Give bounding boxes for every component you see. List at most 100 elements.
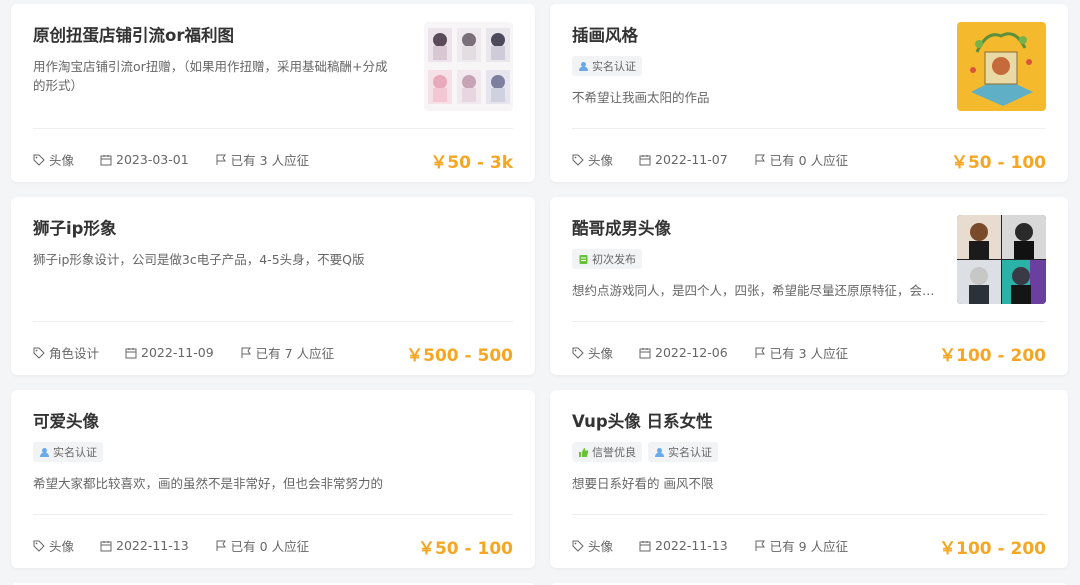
card-description: 想约点游戏同人，是四个人，四张，希望能尽量还原原特征，会… [572,283,935,298]
card-thumbnail[interactable] [957,215,1046,304]
badge-verified: 实名认证 [648,442,718,462]
applicants-meta: 已有 9 人应征 [754,536,848,555]
task-card[interactable]: 酷哥成男头像 初次发布 想约点游戏同人，是四个人，四张，希望能尽量还原原特征，会… [550,197,1068,375]
task-card[interactable]: 原创扭蛋店铺引流or福利图 用作淘宝店铺引流or扭赠，（如果用作扭赠，采用基础稿… [11,4,535,182]
card-meta: 头像 2022-11-13 已有 0 人应征 [33,536,335,555]
task-card[interactable]: Vup头像 日系女性 信誉优良 实名认证 想要日系好看的 画风不限 头像 202… [550,390,1068,568]
card-title[interactable]: Vup头像 日系女性 [572,408,712,432]
date-label: 2023-03-01 [116,152,189,167]
date-label: 2022-11-13 [655,538,728,553]
card-description: 不希望让我画太阳的作品 [572,90,710,105]
badge-label: 实名认证 [53,446,97,459]
category-meta: 角色设计 [33,343,99,362]
date-meta: 2022-11-09 [125,345,214,360]
calendar-icon [639,347,651,358]
card-meta: 角色设计 2022-11-09 已有 7 人应征 [33,343,360,362]
category-meta: 头像 [572,343,613,362]
price-range: ￥100 - 200 [939,346,1046,366]
badge-verified: 实名认证 [572,56,642,76]
date-label: 2022-11-09 [141,345,214,360]
category-meta: 头像 [572,536,613,555]
price-range: ￥500 - 500 [406,346,513,366]
card-description: 狮子ip形象设计，公司是做3c电子产品，4-5头身，不要Q版 [33,252,365,267]
applicants-meta: 已有 0 人应征 [754,150,848,169]
flag-icon [755,347,765,358]
badge-list: 实名认证 [572,56,642,76]
thumbs-up-icon [579,447,589,457]
calendar-icon [100,540,112,551]
card-meta: 头像 2022-11-07 已有 0 人应征 [572,150,874,169]
card-thumbnail[interactable] [424,22,513,111]
applicants-meta: 已有 3 人应征 [754,343,848,362]
category-meta: 头像 [572,150,613,169]
applicants-meta: 已有 7 人应征 [240,343,334,362]
card-title[interactable]: 酷哥成男头像 [572,215,671,239]
calendar-icon [125,347,137,358]
card-title[interactable]: 狮子ip形象 [33,215,116,239]
applicants-meta: 已有 3 人应征 [215,150,309,169]
card-title[interactable]: 可爱头像 [33,408,99,432]
task-card[interactable]: 狮子ip形象 狮子ip形象设计，公司是做3c电子产品，4-5头身，不要Q版 角色… [11,197,535,375]
calendar-icon [100,154,112,165]
calendar-icon [639,540,651,551]
card-description: 想要日系好看的 画风不限 [572,476,714,491]
price-range: ￥100 - 200 [939,539,1046,559]
user-verified-icon [579,61,588,71]
date-meta: 2022-11-13 [100,538,189,553]
category-label: 角色设计 [49,346,100,361]
tag-icon [33,347,45,359]
task-card-grid: 原创扭蛋店铺引流or福利图 用作淘宝店铺引流or扭赠，（如果用作扭赠，采用基础稿… [0,0,1080,585]
price-range: ￥50 - 3k [430,153,513,173]
badge-label: 初次发布 [592,253,636,266]
badge-label: 实名认证 [592,60,636,73]
user-verified-icon [655,447,664,457]
tag-icon [572,347,584,359]
applicants-meta: 已有 0 人应征 [215,536,309,555]
card-title[interactable]: 插画风格 [572,22,638,46]
date-label: 2022-11-13 [116,538,189,553]
card-thumbnail[interactable] [957,22,1046,111]
date-meta: 2022-12-06 [639,345,728,360]
badge-list: 信誉优良 实名认证 [572,442,718,462]
user-verified-icon [40,447,49,457]
badge-good-credit: 信誉优良 [572,442,642,462]
applicants-label: 已有 0 人应征 [230,539,310,554]
date-meta: 2023-03-01 [100,152,189,167]
tag-icon [33,540,45,552]
category-label: 头像 [588,346,614,361]
category-label: 头像 [49,153,75,168]
date-meta: 2022-11-07 [639,152,728,167]
category-meta: 头像 [33,536,74,555]
flag-icon [216,154,226,165]
badge-label: 信誉优良 [592,446,636,459]
card-title[interactable]: 原创扭蛋店铺引流or福利图 [33,22,234,46]
card-divider [33,514,513,515]
card-meta: 头像 2023-03-01 已有 3 人应征 [33,150,335,169]
badge-list: 实名认证 [33,442,103,462]
badge-verified: 实名认证 [33,442,103,462]
price-range: ￥50 - 100 [417,539,513,559]
category-label: 头像 [588,539,614,554]
applicants-label: 已有 3 人应征 [230,153,310,168]
card-divider [33,321,513,322]
date-label: 2022-11-07 [655,152,728,167]
tag-icon [572,540,584,552]
flag-icon [241,347,251,358]
badge-list: 初次发布 [572,249,642,269]
card-meta: 头像 2022-12-06 已有 3 人应征 [572,343,874,362]
flag-icon [755,154,765,165]
tag-icon [572,154,584,166]
card-description: 希望大家都比较喜欢，画的虽然不是非常好，但也会非常努力的 [33,476,384,491]
card-divider [572,321,1046,322]
badge-label: 实名认证 [668,446,712,459]
card-meta: 头像 2022-11-13 已有 9 人应征 [572,536,874,555]
applicants-label: 已有 3 人应征 [769,346,849,361]
applicants-label: 已有 0 人应征 [769,153,849,168]
calendar-icon [639,154,651,165]
applicants-label: 已有 9 人应征 [769,539,849,554]
task-card[interactable]: 插画风格 实名认证 不希望让我画太阳的作品 头像 2022-11-07 已有 0… [550,4,1068,182]
category-meta: 头像 [33,150,74,169]
task-card[interactable]: 可爱头像 实名认证 希望大家都比较喜欢，画的虽然不是非常好，但也会非常努力的 头… [11,390,535,568]
flag-icon [755,540,765,551]
price-range: ￥50 - 100 [950,153,1046,173]
